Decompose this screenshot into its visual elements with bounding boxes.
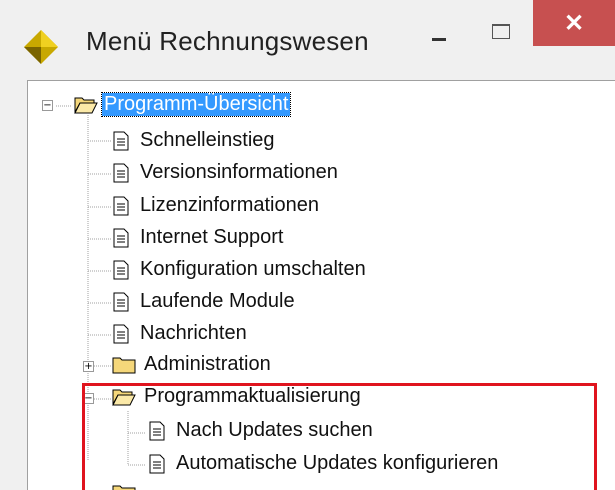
tree-item-label: Administration [144,353,271,375]
tree-item[interactable]: Versionsinformationen [112,161,512,187]
tree-panel: − + − Programm-Übersicht Schnelleinstieg… [27,80,615,490]
tree-item-label: Nachrichten [140,322,247,344]
diamond-app-icon [24,30,58,64]
document-icon [113,131,129,151]
document-icon [113,196,129,216]
tree-root-label[interactable]: Programm-Übersicht [100,92,292,117]
tree-item[interactable]: Schnelleinstieg [112,129,512,155]
tree-item[interactable]: Laufende Module [112,290,512,316]
tree-item-label: Versionsinformationen [140,161,338,183]
tree-item-label: Schnelleinstieg [140,129,275,151]
root-collapse-toggle[interactable]: − [42,100,53,111]
window-title: Menü Rechnungswesen [86,26,369,56]
tree-folder-administration[interactable]: Administration [112,353,512,379]
tree-item[interactable]: Lizenzinformationen [112,194,512,220]
tree-item-label: Konfiguration umschalten [140,258,366,280]
tree-item-label: Laufende Module [140,290,295,312]
title-bar: Menü Rechnungswesen ✕ [0,0,615,88]
document-icon [113,324,129,344]
document-icon [113,292,129,312]
maximize-button[interactable] [480,0,526,46]
highlight-box [82,383,597,490]
administration-expand-toggle[interactable]: + [83,361,94,372]
document-icon [113,163,129,183]
close-button[interactable]: ✕ [533,0,615,46]
tree-item[interactable]: Nachrichten [112,322,512,348]
tree-item-label: Internet Support [140,226,284,248]
folder-open-icon [74,97,98,114]
tree-item[interactable]: Konfiguration umschalten [112,258,512,284]
tree-item-label: Lizenzinformationen [140,194,319,216]
document-icon [113,228,129,248]
document-icon [113,260,129,280]
tree-item[interactable]: Internet Support [112,226,512,252]
minimize-button[interactable] [418,0,464,46]
folder-icon [112,357,136,374]
close-icon: ✕ [563,9,585,37]
